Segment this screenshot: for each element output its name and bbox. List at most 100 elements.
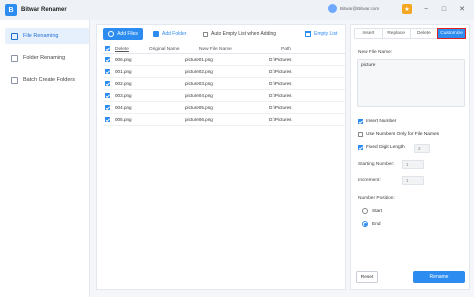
fixed-digit-length-label: Fixed Digit Length — [366, 145, 405, 150]
user-email: Bitwar@Bitwar.com — [340, 6, 380, 11]
header-new-name: New File Name — [199, 46, 232, 52]
table-row[interactable]: 004.png picture05.png D:\Pictures — [103, 102, 345, 114]
checkbox-icon — [203, 31, 208, 37]
add-folder-label: Add Folder — [162, 31, 187, 37]
radio-icon — [362, 208, 368, 214]
option-tabs: Insert Replace Delete Customize — [354, 28, 466, 39]
increment-input[interactable]: 1 — [402, 176, 424, 185]
starting-number-label: Starting Number: — [358, 162, 395, 167]
sidebar-item-batch-create-folders[interactable]: Batch Create Folders — [5, 72, 89, 88]
new-file-name-label: New File Name: — [358, 50, 393, 55]
header-path: Path — [281, 46, 291, 52]
checkbox-icon — [105, 45, 110, 51]
tab-customize[interactable]: Customize — [437, 28, 466, 39]
fixed-digit-length-checkbox[interactable]: Fixed Digit Length — [358, 145, 405, 150]
table-header: Delete Original Name New File Name Path — [103, 45, 345, 54]
row-checkbox[interactable] — [105, 116, 110, 122]
delete-column-label[interactable]: Delete — [115, 47, 129, 52]
file-path: D:\Pictures — [269, 105, 292, 110]
table-row[interactable]: 005.png picture06.png D:\Pictures — [103, 114, 345, 126]
row-checkbox[interactable] — [105, 104, 110, 110]
tab-insert[interactable]: Insert — [355, 29, 383, 38]
row-checkbox[interactable] — [105, 80, 110, 86]
use-numbers-only-label: Use Numbers Only for File Names — [366, 132, 440, 137]
auto-empty-checkbox[interactable]: Auto Empty List when Adding — [203, 28, 276, 40]
file-list-area: Add Files Add Folder Auto Empty List whe… — [96, 24, 346, 290]
file-path: D:\Pictures — [269, 69, 292, 74]
insert-number-label: Insert Number — [366, 119, 397, 124]
insert-number-checkbox[interactable]: Insert Number — [358, 119, 396, 124]
app-logo-icon: B — [5, 4, 17, 16]
checkbox-icon — [358, 145, 363, 150]
position-end-label: End — [372, 221, 381, 227]
original-name: 004.png — [115, 105, 132, 110]
table-row[interactable]: 002.png picture03.png D:\Pictures — [103, 78, 345, 90]
add-files-button[interactable]: Add Files — [103, 28, 143, 40]
position-start-label: Start — [372, 208, 383, 214]
file-table: Delete Original Name New File Name Path 0… — [103, 45, 345, 126]
table-row[interactable]: 003.png picture04.png D:\Pictures — [103, 90, 345, 102]
position-start-radio[interactable]: Start — [362, 208, 382, 214]
new-name: picture06.png — [185, 117, 213, 122]
maximize-button[interactable]: □ — [438, 3, 450, 15]
user-avatar-icon — [328, 4, 337, 13]
toolbar: Add Files Add Folder Auto Empty List whe… — [97, 25, 347, 43]
original-name: 005.png — [115, 117, 132, 122]
new-file-name-input[interactable]: picture — [357, 59, 465, 107]
new-name: picture02.png — [185, 69, 213, 74]
row-checkbox[interactable] — [105, 56, 110, 62]
original-name: 001.png — [115, 69, 132, 74]
table-row[interactable]: 006.png picture01.png D:\Pictures — [103, 54, 345, 66]
reset-button[interactable]: Reset — [356, 271, 378, 283]
app-title: Bitwar Renamer — [21, 7, 67, 13]
checkbox-icon — [358, 132, 363, 137]
trash-icon — [305, 31, 311, 37]
pro-badge-icon[interactable]: ★ — [402, 4, 412, 14]
position-end-radio[interactable]: End — [362, 221, 381, 227]
empty-list-button[interactable]: Empty List — [305, 28, 337, 40]
new-name: picture01.png — [185, 57, 213, 62]
number-position-label: Number Position: — [358, 196, 395, 201]
file-path: D:\Pictures — [269, 57, 292, 62]
tab-replace[interactable]: Replace — [383, 29, 411, 38]
sidebar-item-label: File Renaming — [23, 33, 59, 39]
row-checkbox[interactable] — [105, 92, 110, 98]
use-numbers-only-checkbox[interactable]: Use Numbers Only for File Names — [358, 132, 439, 137]
row-checkbox[interactable] — [105, 68, 110, 74]
table-row[interactable]: 001.png picture02.png D:\Pictures — [103, 66, 345, 78]
sidebar-item-folder-renaming[interactable]: Folder Renaming — [5, 50, 89, 66]
file-path: D:\Pictures — [269, 93, 292, 98]
original-name: 002.png — [115, 81, 132, 86]
empty-list-label: Empty List — [314, 31, 338, 37]
header-original: Original Name — [148, 46, 180, 52]
sidebar-item-file-renaming[interactable]: File Renaming — [5, 28, 89, 44]
fixed-digit-input[interactable]: 2 — [414, 144, 430, 153]
header-delete[interactable]: Delete Original Name — [113, 47, 185, 52]
folder-icon — [153, 31, 159, 37]
sidebar-item-label: Folder Renaming — [23, 55, 66, 61]
new-name: picture04.png — [185, 93, 213, 98]
add-folder-button[interactable]: Add Folder — [153, 28, 186, 40]
file-path: D:\Pictures — [269, 117, 292, 122]
radio-icon — [362, 221, 368, 227]
sidebar: File Renaming Folder Renaming Batch Crea… — [0, 20, 90, 297]
add-files-label: Add Files — [117, 31, 138, 37]
new-name: picture05.png — [185, 105, 213, 110]
close-button[interactable]: ✕ — [456, 3, 468, 15]
user-account[interactable]: Bitwar@Bitwar.com — [328, 4, 379, 13]
minimize-button[interactable]: − — [420, 3, 432, 15]
original-name: 003.png — [115, 93, 132, 98]
folder-icon — [11, 54, 18, 62]
tab-delete[interactable]: Delete — [411, 29, 439, 38]
starting-number-input[interactable]: 1 — [402, 160, 424, 169]
sidebar-item-label: Batch Create Folders — [23, 77, 75, 83]
rename-options-panel: Insert Replace Delete Customize New File… — [350, 24, 470, 290]
checkbox-icon — [358, 119, 363, 124]
new-name: picture03.png — [185, 81, 213, 86]
file-icon — [11, 32, 18, 40]
create-folder-icon — [11, 76, 18, 84]
increment-label: Increment: — [358, 178, 381, 183]
file-path: D:\Pictures — [269, 81, 292, 86]
select-all-checkbox[interactable] — [103, 45, 113, 53]
rename-button[interactable]: Rename — [413, 271, 465, 283]
